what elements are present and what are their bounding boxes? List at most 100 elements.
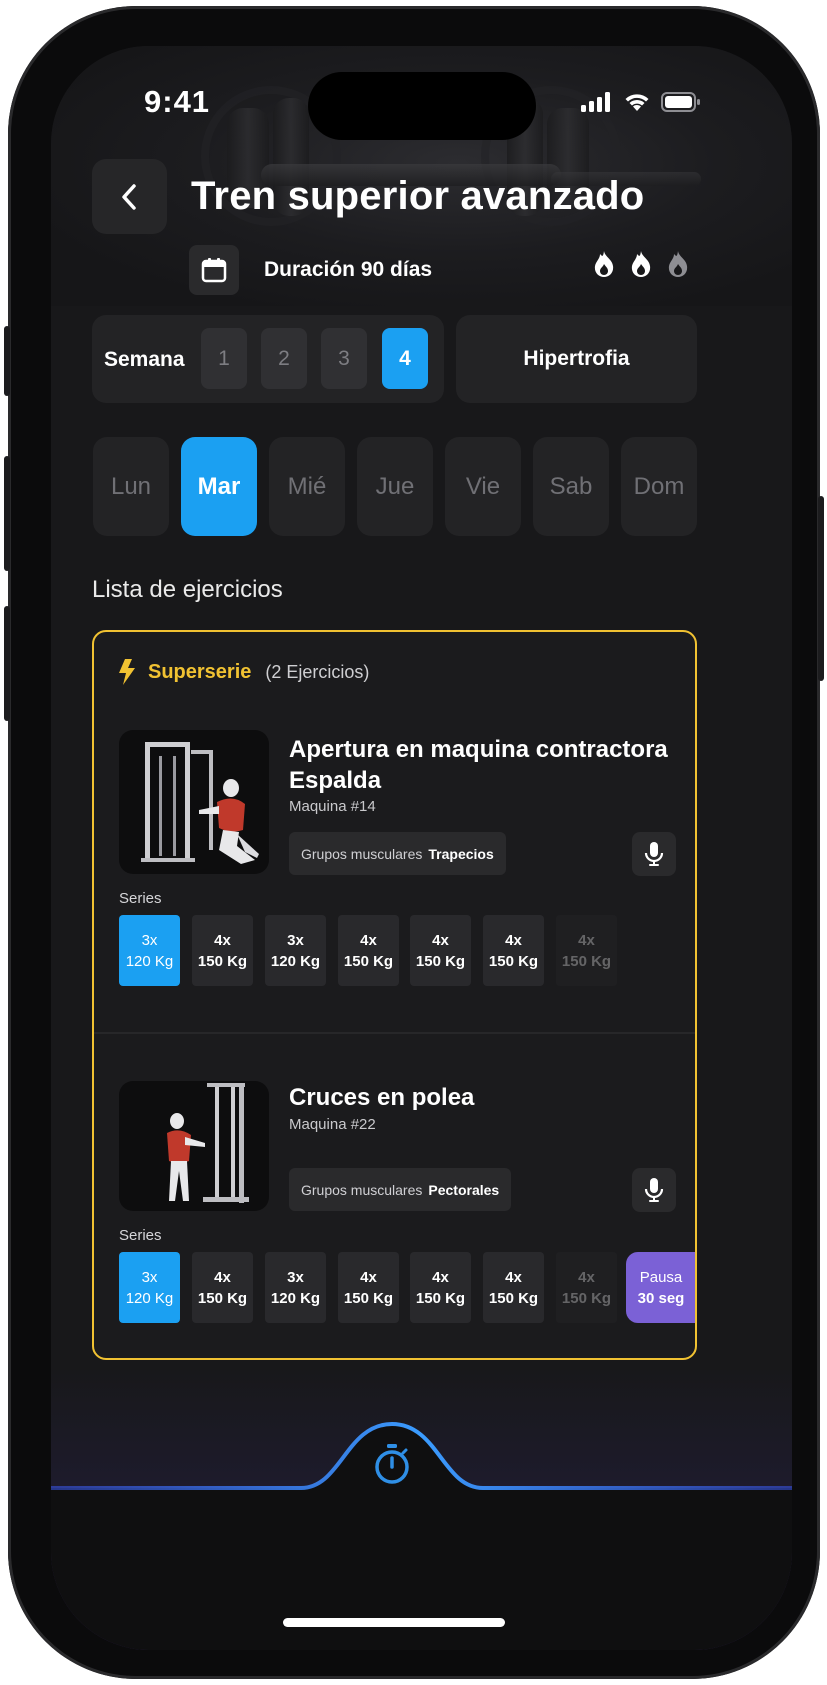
exercise-list-title: Lista de ejercicios — [92, 576, 283, 603]
set-weight: 150 Kg — [561, 952, 612, 970]
set-chip[interactable]: 4x 150 Kg — [192, 915, 253, 986]
back-arrow-icon — [121, 183, 136, 210]
day-tab-dom[interactable]: Dom — [621, 437, 697, 536]
set-chip[interactable]: 4x 150 Kg — [483, 1252, 544, 1323]
set-reps: 4x — [505, 1268, 522, 1286]
superserie-header: Superserie (2 Ejercicios) — [116, 658, 369, 686]
set-chip[interactable]: 4x 150 Kg — [410, 1252, 471, 1323]
superserie-label: Superserie — [148, 660, 252, 683]
set-weight: 150 Kg — [415, 1289, 466, 1307]
flame-icon — [631, 251, 651, 277]
set-chip[interactable]: 4x 150 Kg — [338, 915, 399, 986]
set-chip[interactable]: 3x 120 Kg — [265, 915, 326, 986]
week-option-3[interactable]: 3 — [321, 328, 367, 389]
wifi-icon — [625, 94, 649, 111]
day-tab-mar[interactable]: Mar — [181, 437, 257, 536]
day-tab-vie[interactable]: Vie — [445, 437, 521, 536]
exercise-machine: Maquina #14 — [289, 798, 376, 815]
phone-frame: 9:41 Tren superior avanzado Duración 90 … — [4, 6, 824, 1679]
flame-icon — [668, 251, 688, 277]
series-label: Series — [119, 890, 162, 907]
set-reps: 4x — [432, 931, 449, 949]
muscle-group-value: Pectorales — [428, 1181, 500, 1198]
app-screen: 9:41 Tren superior avanzado Duración 90 … — [51, 46, 792, 1650]
set-chip[interactable]: 3x 120 Kg — [119, 915, 180, 986]
series-label: Series — [119, 1227, 162, 1244]
set-reps: 4x — [578, 1268, 595, 1286]
set-chip[interactable]: 4x 150 Kg — [338, 1252, 399, 1323]
set-reps: 4x — [214, 931, 231, 949]
set-reps: 3x — [141, 931, 158, 949]
week-option-2[interactable]: 2 — [261, 328, 307, 389]
set-chip[interactable]: 3x 120 Kg — [265, 1252, 326, 1323]
set-weight: 120 Kg — [270, 952, 321, 970]
side-button — [4, 326, 10, 396]
dynamic-island — [308, 72, 536, 140]
page-title: Tren superior avanzado — [191, 174, 645, 218]
muscle-group-chip: Grupos musculares Pectorales — [289, 1168, 512, 1211]
day-tab-jue[interactable]: Jue — [357, 437, 433, 536]
set-reps: 4x — [578, 931, 595, 949]
exercise-name: Cruces en polea — [289, 1084, 475, 1111]
set-reps: 3x — [287, 1268, 304, 1286]
signal-icon — [581, 92, 610, 112]
exercise-image[interactable] — [119, 1081, 269, 1211]
set-chip[interactable]: 4x 150 Kg — [556, 1252, 617, 1323]
tab-bar-notch — [51, 1421, 792, 1650]
set-weight: 150 Kg — [415, 952, 466, 970]
battery-icon — [661, 92, 700, 112]
set-chip[interactable]: 4x 150 Kg — [556, 915, 617, 986]
calendar-button[interactable] — [189, 245, 239, 295]
muscle-group-chip: Grupos musculares Trapecios — [289, 832, 506, 875]
side-button — [818, 496, 824, 681]
set-reps: 4x — [360, 1268, 377, 1286]
day-tab-lun[interactable]: Lun — [93, 437, 169, 536]
microphone-icon — [644, 1178, 664, 1202]
pause-chip[interactable]: Pausa 30 seg — [626, 1252, 695, 1323]
set-weight: 150 Kg — [197, 1289, 248, 1307]
week-option-1[interactable]: 1 — [201, 328, 247, 389]
week-label: Semana — [104, 348, 185, 371]
pause-label: Pausa — [639, 1268, 683, 1286]
machine-illustration — [141, 742, 259, 864]
set-reps: 3x — [141, 1268, 158, 1286]
set-weight: 120 Kg — [125, 952, 174, 970]
divider — [94, 1032, 695, 1034]
day-tab-sab[interactable]: Sab — [533, 437, 609, 536]
set-reps: 4x — [432, 1268, 449, 1286]
set-weight: 120 Kg — [125, 1289, 174, 1307]
superserie-count: (2 Ejercicios) — [265, 661, 370, 682]
back-button[interactable] — [92, 159, 167, 234]
bolt-icon — [119, 659, 135, 685]
pause-value: 30 seg — [637, 1289, 685, 1307]
side-button — [4, 456, 10, 571]
exercise-name: Apertura en maquina contractora Espalda — [289, 736, 668, 794]
set-chip[interactable]: 3x 120 Kg — [119, 1252, 180, 1323]
day-tab-mie[interactable]: Mié — [269, 437, 345, 536]
microphone-icon — [644, 842, 664, 866]
set-chip[interactable]: 4x 150 Kg — [483, 915, 544, 986]
duration-text: Duración 90 días — [264, 258, 433, 281]
set-weight: 150 Kg — [561, 1289, 612, 1307]
audio-button[interactable] — [632, 1168, 676, 1212]
set-chip[interactable]: 4x 150 Kg — [410, 915, 471, 986]
goal-button[interactable]: Hipertrofia — [456, 315, 697, 403]
superserie-card: Superserie (2 Ejercicios) Apertura en ma… — [92, 630, 697, 1360]
calendar-icon — [201, 258, 227, 283]
exercise-image[interactable] — [119, 730, 269, 874]
set-weight: 150 Kg — [488, 1289, 539, 1307]
week-option-4[interactable]: 4 — [382, 328, 428, 389]
set-weight: 150 Kg — [343, 1289, 394, 1307]
side-button — [4, 606, 10, 721]
set-chip[interactable]: 4x 150 Kg — [192, 1252, 253, 1323]
set-weight: 150 Kg — [197, 952, 248, 970]
home-indicator[interactable] — [283, 1618, 505, 1627]
status-icons — [581, 92, 701, 112]
set-reps: 3x — [287, 931, 304, 949]
audio-button[interactable] — [632, 832, 676, 876]
muscle-group-value: Trapecios — [428, 845, 494, 862]
intensity-flames — [592, 250, 690, 278]
timer-button[interactable] — [367, 1438, 417, 1490]
set-reps: 4x — [360, 931, 377, 949]
set-weight: 150 Kg — [343, 952, 394, 970]
